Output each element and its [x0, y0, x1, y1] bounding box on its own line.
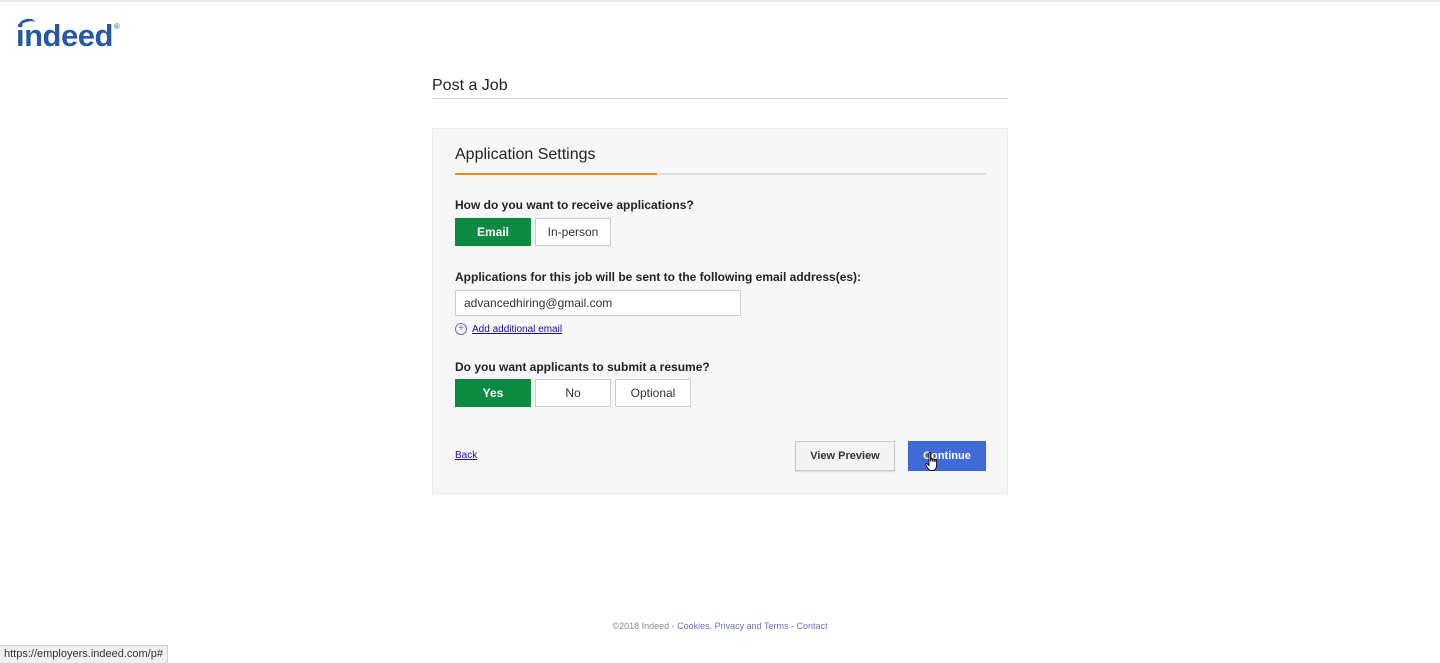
resume-no-button[interactable]: No — [535, 379, 611, 407]
receive-applications-label: How do you want to receive applications? — [455, 198, 694, 212]
contact-link[interactable]: Contact — [797, 621, 828, 631]
page-header: Post a Job — [432, 76, 1008, 99]
registered-mark: ® — [113, 22, 120, 31]
resume-question-label: Do you want applicants to submit a resum… — [455, 360, 710, 374]
status-bar-url: https://employers.indeed.com/p# — [0, 645, 168, 663]
back-link[interactable]: Back — [455, 450, 477, 461]
progress-bar — [455, 173, 986, 175]
email-option-button[interactable]: Email — [455, 218, 531, 246]
email-address-label: Applications for this job will be sent t… — [455, 270, 862, 284]
browser-top-border — [0, 0, 1440, 2]
footer: ©2018 Indeed - Cookies, Privacy and Term… — [0, 621, 1440, 631]
cookies-privacy-terms-link[interactable]: Cookies, Privacy and Terms — [677, 621, 788, 631]
receive-method-toggle: Email In-person — [455, 218, 611, 246]
in-person-option-button[interactable]: In-person — [535, 218, 611, 246]
section-title: Application Settings — [455, 146, 596, 163]
view-preview-button[interactable]: View Preview — [795, 441, 895, 471]
resume-optional-button[interactable]: Optional — [615, 379, 691, 407]
continue-button[interactable]: Continue — [908, 441, 986, 471]
application-settings-card: Application Settings How do you want to … — [432, 128, 1008, 494]
email-input[interactable]: advancedhiring@gmail.com — [455, 290, 741, 316]
footer-copyright: ©2018 Indeed - — [612, 621, 678, 631]
add-email-row[interactable]: + Add additional email — [455, 323, 562, 335]
page-title: Post a Job — [432, 77, 508, 94]
logo-wordmark: indeed — [16, 16, 113, 56]
plus-circle-icon[interactable]: + — [455, 323, 467, 335]
hand-pointer-cursor-icon — [925, 452, 938, 471]
add-additional-email-link[interactable]: Add additional email — [472, 324, 562, 335]
resume-toggle: Yes No Optional — [455, 379, 691, 407]
progress-bar-fill — [455, 173, 657, 175]
footer-separator: - — [788, 621, 797, 631]
indeed-logo[interactable]: indeed ® — [16, 16, 120, 56]
resume-yes-button[interactable]: Yes — [455, 379, 531, 407]
